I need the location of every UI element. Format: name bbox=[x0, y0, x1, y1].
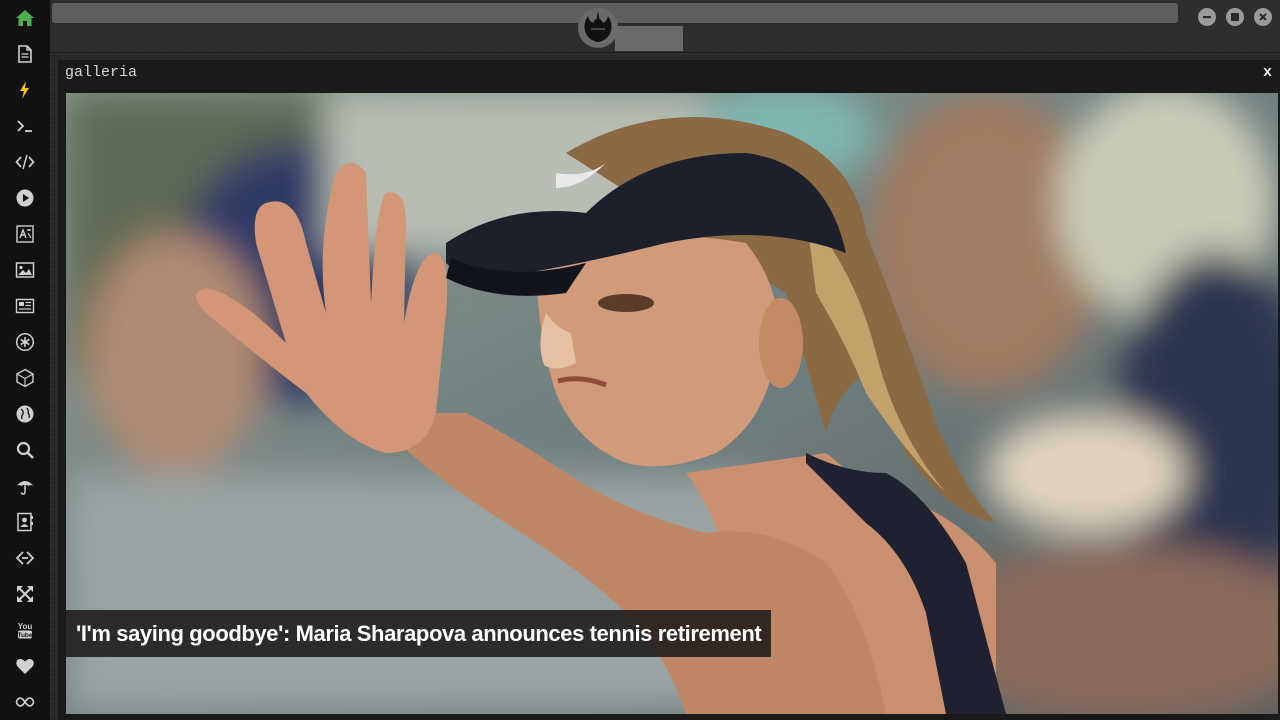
sidebar-item-umbrella[interactable] bbox=[13, 474, 37, 498]
expand-icon bbox=[17, 586, 33, 602]
home-icon bbox=[16, 10, 34, 26]
maximize-button[interactable] bbox=[1226, 8, 1244, 26]
photo-caption: 'I'm saying goodbye': Maria Sharapova an… bbox=[66, 610, 772, 657]
panel-title: galleria bbox=[65, 64, 138, 81]
code-icon bbox=[15, 154, 35, 170]
contact-book-icon bbox=[17, 512, 33, 532]
sidebar-item-asterisk[interactable] bbox=[13, 330, 37, 354]
sidebar-item-image[interactable] bbox=[13, 258, 37, 282]
link-icon bbox=[15, 551, 35, 565]
sidebar-item-code[interactable] bbox=[13, 150, 37, 174]
minimize-button[interactable] bbox=[1198, 8, 1216, 26]
search-icon bbox=[16, 441, 34, 459]
sidebar-item-cube[interactable] bbox=[13, 366, 37, 390]
play-icon bbox=[16, 189, 34, 207]
heart-icon bbox=[16, 659, 34, 674]
globe-icon bbox=[16, 405, 34, 423]
lightning-icon bbox=[20, 81, 29, 99]
image-icon bbox=[15, 262, 35, 278]
translate-icon bbox=[16, 225, 34, 243]
asterisk-icon bbox=[15, 332, 35, 352]
caption-text: 'I'm saying goodbye': Maria Sharapova an… bbox=[76, 620, 762, 646]
maximize-icon bbox=[1231, 13, 1239, 21]
sidebar-item-link[interactable] bbox=[13, 546, 37, 570]
sidebar-item-contacts[interactable] bbox=[13, 510, 37, 534]
sidebar-item-document[interactable] bbox=[13, 42, 37, 66]
sidebar-item-infinity[interactable] bbox=[13, 690, 37, 714]
youtube-icon: YouTube bbox=[17, 622, 33, 639]
minimize-icon bbox=[1203, 16, 1211, 19]
sidebar-item-search[interactable] bbox=[13, 438, 37, 462]
logo-tab[interactable] bbox=[615, 26, 683, 51]
svg-text:Tube: Tube bbox=[17, 632, 32, 639]
infinity-icon bbox=[15, 697, 35, 707]
terminal-icon bbox=[17, 120, 32, 132]
panel-close-button[interactable]: x bbox=[1263, 64, 1272, 81]
sidebar-item-translate[interactable] bbox=[13, 222, 37, 246]
sidebar-item-expand[interactable] bbox=[13, 582, 37, 606]
panel-header: galleria x bbox=[58, 60, 1280, 93]
sidebar-item-favorites[interactable] bbox=[13, 654, 37, 678]
close-window-button[interactable] bbox=[1254, 8, 1272, 26]
svg-text:You: You bbox=[18, 622, 33, 631]
top-bar bbox=[50, 0, 1280, 53]
sidebar-item-news[interactable] bbox=[13, 294, 37, 318]
sidebar-item-globe[interactable] bbox=[13, 402, 37, 426]
sidebar-item-youtube[interactable]: You Tube bbox=[13, 618, 37, 642]
sidebar-item-play[interactable] bbox=[13, 186, 37, 210]
cube-icon bbox=[16, 368, 34, 388]
sidebar: You Tube bbox=[0, 0, 50, 720]
sidebar-item-terminal[interactable] bbox=[13, 114, 37, 138]
sidebar-item-home[interactable] bbox=[13, 6, 37, 30]
umbrella-icon bbox=[16, 481, 34, 495]
document-icon bbox=[18, 45, 32, 63]
close-icon bbox=[1259, 13, 1267, 21]
sidebar-item-lightning[interactable] bbox=[13, 78, 37, 102]
newspaper-icon bbox=[15, 298, 35, 314]
rebel-alliance-logo bbox=[578, 8, 618, 48]
